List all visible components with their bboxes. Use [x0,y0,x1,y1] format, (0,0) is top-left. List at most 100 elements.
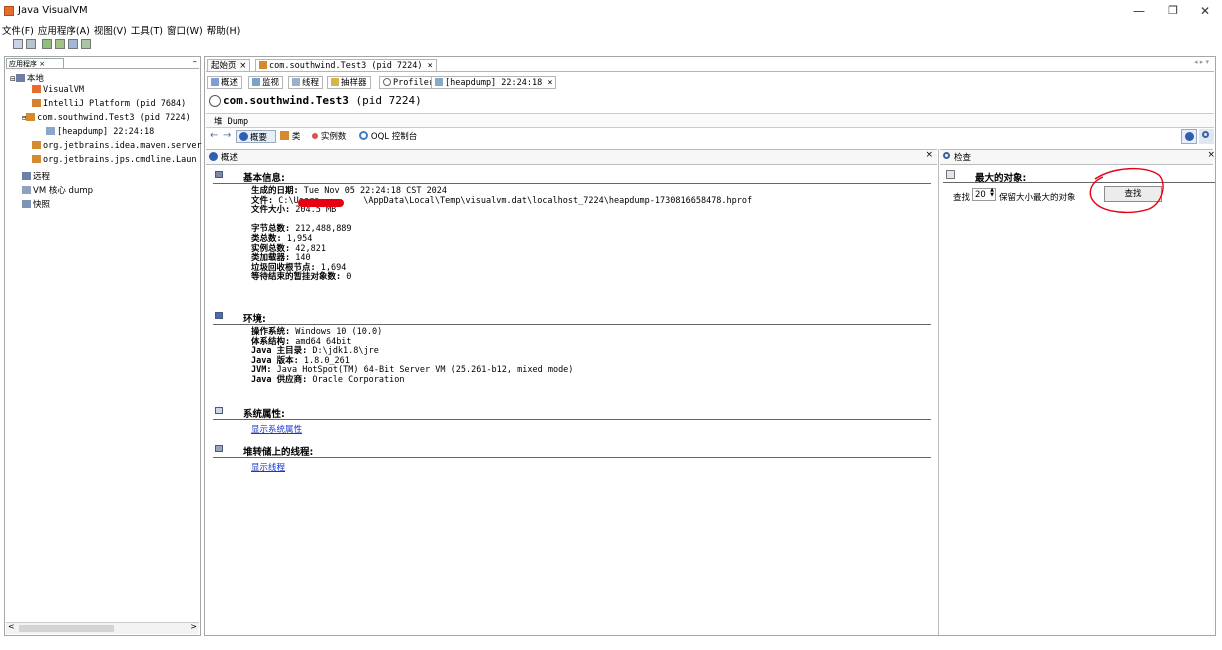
tab-profiler[interactable]: Profiler [379,76,438,89]
add-jmx-icon[interactable] [26,39,36,49]
basic-info-icon [215,171,223,178]
classes-view-button[interactable]: 类 [280,130,300,143]
snapshot-icon[interactable] [68,39,78,49]
tree-node-core-dump[interactable]: VM 核心 dump [22,184,93,196]
back-arrow-icon[interactable]: ← [210,130,218,141]
java-visualvm-icon [4,6,14,16]
menu-help[interactable]: 帮助(H) [205,26,243,37]
tree-node-jps-launcher[interactable]: org.jetbrains.jps.cmdline.Laun [32,155,197,165]
scrollbar-thumb[interactable] [19,625,114,632]
find-label: 查找 [953,193,971,203]
menu-file[interactable]: 文件(F) [0,26,36,37]
heap-dump-icon[interactable] [42,39,52,49]
title-bar: Java VisualVM — ❐ ✕ [0,0,1222,22]
process-title: com.southwind.Test3 [223,94,349,107]
profiler-snapshot-icon[interactable] [81,39,91,49]
tab-threads[interactable]: 线程 [288,76,324,89]
environment-title: 环境: [243,314,266,325]
inspect-close-button[interactable]: × [1207,150,1215,160]
tab-sampler[interactable]: 抽样器 [327,76,371,89]
tree-node-remote[interactable]: 远程 [22,170,50,182]
menu-applications[interactable]: 应用程序(A) [36,26,92,37]
info-icon [1185,132,1194,141]
tree-node-test3[interactable]: ⊟ com.southwind.Test3 (pid 7224) [22,113,191,123]
main-panel: 起始页 × com.southwind.Test3 (pid 7224) × ◂… [204,56,1216,636]
threads-section-icon [215,445,223,452]
menu-window[interactable]: 窗口(W) [165,26,205,37]
classes-icon [280,131,289,140]
search-icon [1202,131,1209,138]
tree-node-local[interactable]: ⊟ 本地 [10,72,44,84]
applications-tab[interactable]: 应用程序 × [6,58,64,68]
heap-dump-label: 堆 Dump [214,117,249,127]
oql-icon [359,131,368,140]
java-icon [259,61,267,69]
threads-icon [292,78,300,86]
java-icon [32,155,41,163]
snapshot-icon [22,200,31,208]
menu-view[interactable]: 视图(V) [92,26,129,37]
overview-close-button[interactable]: × [925,150,933,160]
summary-view-button[interactable]: 概要 [236,130,276,143]
scroll-left-arrow[interactable]: < [8,622,15,631]
tab-heapdump[interactable]: [heapdump] 22:24:18 × [431,76,557,89]
tree-node-maven-server[interactable]: org.jetbrains.idea.maven.server [32,141,202,151]
inspect-header: 检查 × [940,149,1215,165]
environment-block: 操作系统: Windows 10 (10.0) 体系结构: amd64 64bi… [251,327,574,385]
menu-tools[interactable]: 工具(T) [129,26,165,37]
java-icon [32,141,41,149]
threads-section-title: 堆转储上的线程: [243,447,314,458]
info-icon [209,152,218,161]
search-icon [943,152,950,159]
tab-start-page[interactable]: 起始页 × [207,59,251,71]
scroll-right-arrow[interactable]: > [190,622,197,631]
find-suffix-label: 保留大小最大的对象 [999,193,1076,203]
visualvm-icon [32,85,41,93]
java-icon [26,113,36,121]
instances-icon [312,133,318,139]
horizontal-scrollbar[interactable]: < > [6,622,199,634]
tree-node-heapdump[interactable]: [heapdump] 22:24:18 [46,127,154,137]
heapdump-icon [46,127,55,135]
red-circle-annotation [1089,167,1164,214]
system-properties-title: 系统属性: [243,409,285,420]
heapdump-icon [435,78,443,86]
minimize-button[interactable]: — [1124,3,1154,19]
window-title: Java VisualVM [18,5,88,16]
tab-monitor[interactable]: 监视 [248,76,284,89]
inspect-toggle-button[interactable] [1199,129,1214,144]
maximize-button[interactable]: ❐ [1158,3,1188,19]
instances-view-button[interactable]: 实例数 [312,130,346,143]
close-button[interactable]: ✕ [1190,3,1220,19]
tree-node-intellij[interactable]: IntelliJ Platform (pid 7684) [32,99,186,109]
redaction-mark [298,199,344,207]
object-count-spinner[interactable]: 20 ▲ ▼ [972,188,996,201]
tab-test3[interactable]: com.southwind.Test3 (pid 7224) × [255,59,437,71]
intellij-icon [32,99,41,107]
remote-icon [22,172,31,180]
details-toggle-button[interactable] [1181,129,1197,144]
environment-icon [215,312,223,319]
local-icon [15,74,25,82]
open-icon[interactable] [13,39,23,49]
process-icon [209,95,221,107]
spinner-arrows-icon[interactable]: ▲ ▼ [990,188,994,198]
tree-node-visualvm[interactable]: VisualVM [32,85,84,95]
tab-nav-arrows[interactable]: ◂ ▸ ▾ [1194,58,1209,66]
show-system-properties-link[interactable]: 显示系统属性 [251,423,302,435]
heap-view-toolbar: ← → 概要 类 实例数 OQL 控制台 [206,129,1214,146]
profiler-icon [383,78,391,86]
basic-info-title: 基本信息: [243,173,285,184]
system-properties-icon [215,407,223,414]
core-dump-icon [22,186,31,194]
tree-node-snapshots[interactable]: 快照 [22,198,50,210]
info-icon [239,132,248,141]
oql-console-button[interactable]: OQL 控制台 [359,130,417,143]
thread-dump-icon[interactable] [55,39,65,49]
biggest-objects-icon [946,170,955,179]
forward-arrow-icon[interactable]: → [223,130,231,141]
menu-bar: 文件(F) 应用程序(A) 视图(V) 工具(T) 窗口(W) 帮助(H) [0,23,242,37]
tab-overview[interactable]: 概述 [207,76,243,89]
show-threads-link[interactable]: 显示线程 [251,461,285,473]
minimize-panel-button[interactable]: – [193,57,198,67]
